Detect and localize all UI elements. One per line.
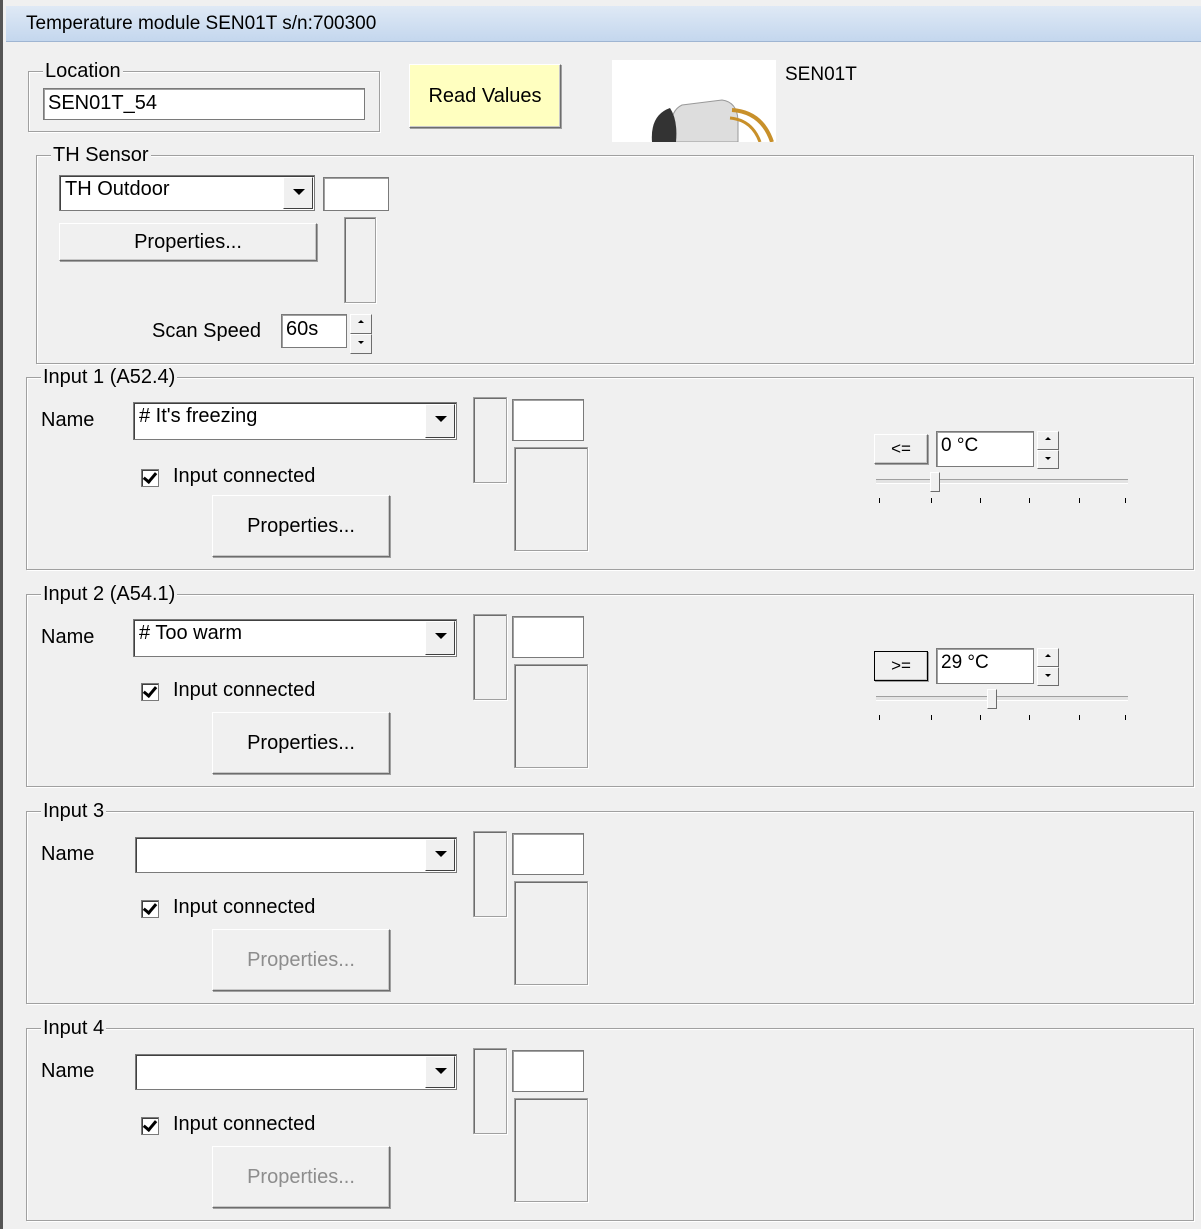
input-2-threshold-input[interactable]: 29 °C bbox=[936, 648, 1034, 684]
spin-down-icon[interactable] bbox=[1037, 450, 1059, 469]
input-1-threshold-spinner[interactable] bbox=[1037, 431, 1059, 469]
input-2-value-field bbox=[512, 616, 584, 658]
input-4-connected-checkbox[interactable] bbox=[141, 1117, 159, 1135]
module-window: Temperature module SEN01T s/n:700300 Loc… bbox=[0, 0, 1201, 1229]
th-sensor-select[interactable]: TH Outdoor bbox=[59, 175, 315, 211]
scan-speed-spinner[interactable] bbox=[350, 314, 372, 354]
th-sensor-selected: TH Outdoor bbox=[65, 178, 170, 200]
input-1-value-field bbox=[512, 399, 584, 441]
input-4-value-field bbox=[512, 1050, 584, 1092]
input-1-name-value: # It's freezing bbox=[139, 405, 258, 427]
input-2-compare-button[interactable]: >= bbox=[874, 651, 928, 681]
input-3-group: Input 3 Name Input connected Properties.… bbox=[26, 800, 1194, 1004]
input-4-connected-label: Input connected bbox=[173, 1113, 316, 1135]
input-1-properties-button[interactable]: Properties... bbox=[212, 495, 390, 557]
input-1-indicator bbox=[473, 397, 507, 483]
spin-down-icon[interactable] bbox=[350, 334, 372, 354]
th-sensor-group: TH Sensor TH Outdoor Properties... Scan … bbox=[36, 144, 1194, 364]
input-3-properties-button[interactable]: Properties... bbox=[212, 929, 390, 991]
module-name: SEN01T bbox=[785, 64, 857, 85]
location-legend: Location bbox=[43, 60, 123, 82]
input-2-properties-button[interactable]: Properties... bbox=[212, 712, 390, 774]
input-3-legend: Input 3 bbox=[41, 800, 107, 822]
location-input[interactable]: SEN01T_54 bbox=[43, 88, 365, 120]
input-1-name-select[interactable]: # It's freezing bbox=[133, 402, 457, 440]
scan-speed-input[interactable]: 60s bbox=[281, 314, 347, 348]
th-sensor-properties-button[interactable]: Properties... bbox=[59, 223, 317, 261]
input-1-connected-checkbox[interactable] bbox=[141, 469, 159, 487]
spin-up-icon[interactable] bbox=[350, 314, 372, 334]
chevron-down-icon[interactable] bbox=[425, 404, 455, 438]
chevron-down-icon[interactable] bbox=[283, 177, 313, 209]
input-2-threshold-spinner[interactable] bbox=[1037, 648, 1059, 686]
th-sensor-value-field bbox=[323, 177, 389, 211]
input-1-status-box bbox=[514, 447, 588, 551]
input-1-threshold-input[interactable]: 0 °C bbox=[936, 431, 1034, 467]
input-1-slider-track[interactable] bbox=[876, 479, 1128, 484]
input-2-connected-checkbox[interactable] bbox=[141, 683, 159, 701]
title-bar: Temperature module SEN01T s/n:700300 bbox=[6, 6, 1201, 42]
input-2-group: Input 2 (A54.1) Name # Too warm Input co… bbox=[26, 583, 1194, 787]
chevron-down-icon[interactable] bbox=[425, 1056, 455, 1088]
th-sensor-indicator bbox=[344, 217, 376, 303]
input-3-status-box bbox=[514, 881, 588, 985]
input-2-connected-label: Input connected bbox=[173, 679, 316, 701]
input-1-name-label: Name bbox=[41, 409, 95, 431]
input-4-name-label: Name bbox=[41, 1060, 95, 1082]
module-image bbox=[612, 60, 776, 142]
spin-up-icon[interactable] bbox=[1037, 431, 1059, 450]
input-3-name-select[interactable] bbox=[135, 837, 457, 873]
scan-speed-label: Scan Speed bbox=[152, 320, 261, 342]
input-4-properties-button[interactable]: Properties... bbox=[212, 1146, 390, 1208]
location-group: Location SEN01T_54 bbox=[28, 60, 380, 132]
input-4-group: Input 4 Name Input connected Properties.… bbox=[26, 1017, 1194, 1221]
input-3-connected-checkbox[interactable] bbox=[141, 900, 159, 918]
input-2-indicator bbox=[473, 614, 507, 700]
input-4-name-select[interactable] bbox=[135, 1054, 457, 1090]
input-2-slider-thumb[interactable] bbox=[987, 689, 997, 709]
input-2-name-value: # Too warm bbox=[139, 622, 243, 644]
input-4-indicator bbox=[473, 1048, 507, 1134]
input-2-slider-track[interactable] bbox=[876, 696, 1128, 701]
input-1-slider-thumb[interactable] bbox=[930, 472, 940, 492]
chevron-down-icon[interactable] bbox=[425, 839, 455, 871]
input-3-name-label: Name bbox=[41, 843, 95, 865]
input-2-name-label: Name bbox=[41, 626, 95, 648]
input-4-status-box bbox=[514, 1098, 588, 1202]
input-3-indicator bbox=[473, 831, 507, 917]
input-1-connected-label: Input connected bbox=[173, 465, 316, 487]
input-4-legend: Input 4 bbox=[41, 1017, 107, 1039]
input-2-legend: Input 2 (A54.1) bbox=[41, 583, 178, 605]
sensor-device-icon bbox=[651, 99, 774, 142]
input-1-legend: Input 1 (A52.4) bbox=[41, 366, 178, 388]
input-1-group: Input 1 (A52.4) Name # It's freezing Inp… bbox=[26, 366, 1194, 570]
window-title: Temperature module SEN01T s/n:700300 bbox=[26, 13, 377, 34]
input-2-name-select[interactable]: # Too warm bbox=[133, 619, 457, 657]
input-1-compare-button[interactable]: <= bbox=[874, 434, 928, 464]
spin-down-icon[interactable] bbox=[1037, 667, 1059, 686]
spin-up-icon[interactable] bbox=[1037, 648, 1059, 667]
input-2-status-box bbox=[514, 664, 588, 768]
read-values-button[interactable]: Read Values bbox=[409, 64, 561, 128]
input-3-value-field bbox=[512, 833, 584, 875]
th-sensor-legend: TH Sensor bbox=[51, 144, 151, 166]
input-3-connected-label: Input connected bbox=[173, 896, 316, 918]
chevron-down-icon[interactable] bbox=[425, 621, 455, 655]
